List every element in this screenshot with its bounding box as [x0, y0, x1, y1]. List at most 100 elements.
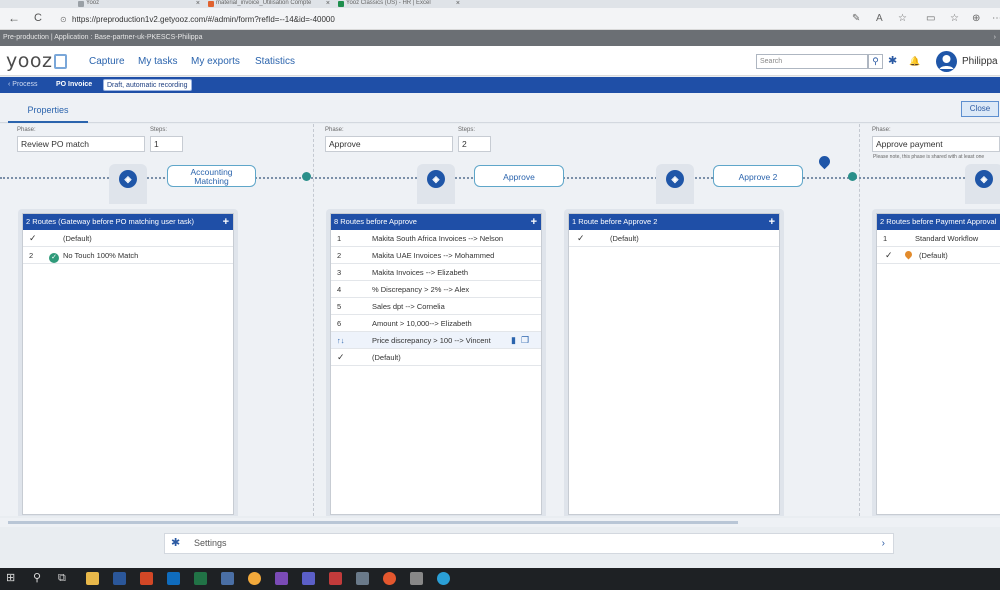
back-icon[interactable]: ← [8, 11, 20, 25]
task-approve[interactable]: Approve [474, 165, 564, 187]
route-number: 1 [337, 234, 342, 243]
chrome-icon[interactable] [248, 572, 261, 585]
browser-tab[interactable]: material_invoice_Utilisation Compte × [206, 0, 332, 8]
nav-my-exports[interactable]: My exports [191, 56, 240, 67]
favorite-icon[interactable]: ☆ [898, 13, 907, 24]
route-row[interactable]: 6 Amount > 10,000--> Elizabeth [331, 315, 541, 332]
gateway-icon[interactable]: ◈ [427, 170, 445, 188]
split-screen-icon[interactable]: ▭ [926, 13, 935, 24]
close-tab-icon[interactable]: × [456, 0, 460, 7]
browser-address-bar: ← C ⊙ https://preproduction1v2.getyooz.co… [0, 8, 1000, 30]
phase-label: Phase: [17, 127, 36, 133]
excel-icon[interactable] [194, 572, 207, 585]
search-icon[interactable]: ⚲ [868, 54, 883, 69]
breadcrumb-process-link[interactable]: ‹ Process [8, 77, 38, 93]
outlook-icon[interactable] [167, 572, 180, 585]
logo-text: yooz [6, 50, 53, 72]
app-icon[interactable] [221, 572, 234, 585]
refresh-icon[interactable]: C [34, 11, 42, 25]
breadcrumb: ‹ Process PO Invoice Draft, automatic re… [0, 77, 1000, 93]
word-icon[interactable] [113, 572, 126, 585]
more-icon[interactable]: ⋯ [992, 13, 1000, 24]
phase-name-field[interactable]: Approve payment [872, 136, 1000, 152]
phase-name-field[interactable]: Review PO match [17, 136, 145, 152]
chevron-icon[interactable]: › [994, 30, 996, 46]
location-pin-icon [816, 153, 833, 170]
routes-panel: 1 Route before Approve 2 + ✓ (Default) [564, 209, 784, 516]
task-view-icon[interactable]: ⧉ [58, 572, 66, 585]
app-icon[interactable] [329, 572, 342, 585]
url-text: https://preproduction1v2.getyooz.com/#/a… [72, 15, 335, 24]
extensions-icon[interactable]: ⊕ [972, 13, 980, 24]
route-row[interactable]: 3 Makita Invoices --> Elizabeth [331, 264, 541, 281]
nav-my-tasks[interactable]: My tasks [138, 56, 177, 67]
route-row[interactable]: 1 Standard Workflow [877, 230, 1000, 247]
close-tab-icon[interactable]: × [326, 0, 330, 7]
route-row[interactable]: 4 % Discrepancy > 2% --> Alex [331, 281, 541, 298]
phase-name-field[interactable]: Approve [325, 136, 453, 152]
gateway-icon[interactable]: ◈ [666, 170, 684, 188]
gateway-icon[interactable]: ◈ [119, 170, 137, 188]
delete-icon[interactable]: ▮ [511, 332, 516, 348]
task-accounting-matching[interactable]: Accounting Matching [167, 165, 256, 187]
teams-icon[interactable] [302, 572, 315, 585]
reorder-icon[interactable]: ↑↓ [337, 332, 345, 348]
route-row[interactable]: ✓ (Default) [877, 247, 1000, 264]
steps-field[interactable]: 2 [458, 136, 491, 152]
favorites-icon[interactable]: ☆ [950, 13, 959, 24]
task-label: Matching [194, 176, 229, 186]
tab-properties[interactable]: Properties [8, 102, 88, 123]
search-icon[interactable]: ⚲ [33, 572, 41, 585]
onenote-icon[interactable] [275, 572, 288, 585]
horizontal-scrollbar[interactable] [8, 521, 738, 524]
check-icon: ✓ [577, 233, 585, 243]
route-row[interactable]: ✓ (Default) [331, 349, 541, 366]
route-row[interactable]: ✓ (Default) [569, 230, 779, 247]
route-row[interactable]: 5 Sales dpt --> Cornelia [331, 298, 541, 315]
route-row[interactable]: ↑↓ Price discrepancy > 100 --> Vincent ▮ … [331, 332, 541, 349]
logo-icon [54, 54, 68, 69]
search-input[interactable]: Search [756, 54, 868, 69]
windows-start-icon[interactable]: ⊞ [6, 572, 15, 585]
nav-statistics[interactable]: Statistics [255, 56, 295, 67]
route-number: 2 [29, 251, 34, 260]
routes-panel: 2 Routes (Gateway before PO matching use… [18, 209, 238, 516]
close-button[interactable]: Close [961, 101, 999, 117]
steps-field[interactable]: 1 [150, 136, 183, 152]
close-tab-icon[interactable]: × [196, 0, 200, 7]
app-icon[interactable] [410, 572, 423, 585]
app-icon[interactable] [383, 572, 396, 585]
task-approve-2[interactable]: Approve 2 [713, 165, 803, 187]
properties-bar: Properties Close [0, 93, 1000, 123]
read-aloud-icon[interactable]: A [876, 13, 883, 24]
route-row[interactable]: 2 Makita UAE Invoices --> Mohammed [331, 247, 541, 264]
browser-tab[interactable]: Yooz × [76, 0, 202, 8]
add-route-icon[interactable]: + [531, 214, 537, 230]
route-row[interactable]: ✓ (Default) [23, 230, 233, 247]
nav-capture[interactable]: Capture [89, 56, 125, 67]
os-taskbar: ⊞ ⚲ ⧉ [0, 568, 1000, 590]
gateway-icon[interactable]: ◈ [975, 170, 993, 188]
url-field[interactable]: ⊙ https://preproduction1v2.getyooz.com/#/… [60, 12, 840, 27]
office-icon[interactable] [140, 572, 153, 585]
settings-bar[interactable]: ✱ Settings › [164, 533, 894, 554]
add-route-icon[interactable]: + [769, 214, 775, 230]
route-row[interactable]: 1 Makita South Africa Invoices --> Nelson [331, 230, 541, 247]
user-avatar-icon[interactable] [936, 51, 957, 72]
route-row[interactable]: 2 ✓ No Touch 100% Match [23, 247, 233, 264]
route-number: 2 [337, 251, 342, 260]
app-icon[interactable] [356, 572, 369, 585]
edge-icon[interactable] [437, 572, 450, 585]
add-route-icon[interactable]: + [223, 214, 229, 230]
yooz-logo[interactable]: yooz [6, 50, 68, 72]
panel-title: 2 Routes (Gateway before PO matching use… [26, 217, 194, 226]
edit-icon[interactable]: ✎ [852, 13, 860, 24]
user-name[interactable]: Philippa [962, 56, 998, 67]
bell-icon[interactable]: 🔔 [909, 55, 920, 67]
copy-icon[interactable]: ❐ [521, 332, 529, 348]
browser-tab[interactable]: Yooz Classics (US) - HR | Excel × [336, 0, 462, 8]
chevron-right-icon[interactable]: › [882, 534, 885, 553]
gear-icon[interactable]: ✱ [888, 55, 897, 67]
file-explorer-icon[interactable] [86, 572, 99, 585]
route-label: Makita South Africa Invoices --> Nelson [372, 234, 504, 243]
